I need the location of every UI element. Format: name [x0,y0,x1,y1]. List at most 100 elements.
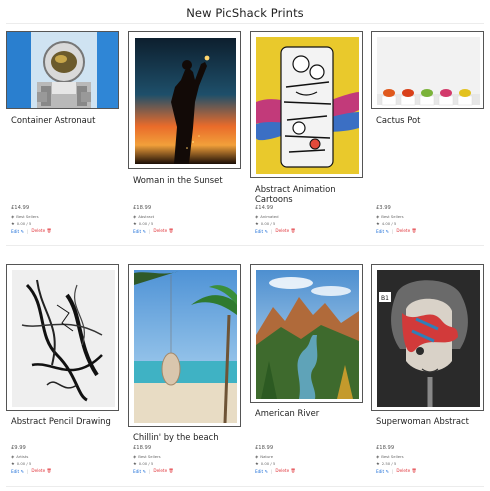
pencil-icon: ✎ [264,228,268,234]
product-title[interactable]: Chillin' by the beach [133,432,241,442]
trash-icon: 🗑 [290,228,296,233]
product-actions: Edit ✎ | Delete 🗑 [255,468,296,474]
product-card: Container Astronaut £14.99 ◈ Best Sellers… [6,30,119,240]
star-icon: ★ [11,221,15,226]
delete-button[interactable]: Delete 🗑 [275,228,295,234]
product-price: £3.99 [376,205,391,211]
product-title[interactable]: Woman in the Sunset [133,175,241,185]
product-card: American River £18.99 ◈ Nature ★ 0.00 / 5 … [250,263,363,485]
product-price: £9.99 [11,445,26,451]
tag-icon: ◈ [376,454,380,459]
action-separator: | [270,228,273,234]
product-image-cartoons[interactable] [250,31,363,178]
product-card: Abstract Animation Cartoons £14.99 ◈ Anim… [250,30,363,240]
trash-icon: 🗑 [46,468,52,473]
product-image-pencil[interactable] [6,264,119,411]
trash-icon: 🗑 [411,228,417,233]
star-icon: ★ [255,461,259,466]
product-actions: Edit ✎ | Delete 🗑 [133,228,174,234]
product-title[interactable]: American River [255,408,363,418]
pencil-icon: ✎ [142,228,146,234]
action-separator: | [26,468,29,474]
product-category: ◈ Best Sellers [376,214,404,219]
product-category: ◈ Artists [11,454,29,459]
delete-button[interactable]: Delete 🗑 [31,468,51,474]
tag-icon: ◈ [133,214,137,219]
action-separator: | [391,468,394,474]
pencil-icon: ✎ [385,228,389,234]
product-title[interactable]: Abstract Pencil Drawing [11,416,119,426]
product-title[interactable]: Container Astronaut [11,115,119,125]
product-card: Woman in the Sunset £18.99 ◈ Abstract ★ 0.… [128,30,241,240]
delete-button[interactable]: Delete 🗑 [31,228,51,234]
star-icon: ★ [11,461,15,466]
edit-button[interactable]: Edit ✎ [376,229,389,234]
product-image-cactus[interactable] [371,31,484,109]
edit-button[interactable]: Edit ✎ [133,229,146,234]
product-price: £18.99 [133,445,152,451]
product-category: ◈ Animated [255,214,279,219]
trash-icon: 🗑 [168,228,174,233]
action-separator: | [391,228,394,234]
pencil-icon: ✎ [385,468,389,474]
row-divider [6,245,484,246]
pencil-icon: ✎ [142,468,146,474]
product-price: £14.99 [11,205,30,211]
pencil-icon: ✎ [20,468,24,474]
title-divider [6,23,484,24]
tag-icon: ◈ [255,214,259,219]
svg-text:B1: B1 [381,295,389,302]
tag-icon: ◈ [255,454,259,459]
product-rating: ★ 0.00 / 5 [255,461,276,466]
product-rating: ★ 0.00 / 5 [11,461,32,466]
trash-icon: 🗑 [46,228,52,233]
action-separator: | [148,228,151,234]
star-icon: ★ [133,221,137,226]
product-price: £18.99 [255,445,274,451]
product-card: Cactus Pot £3.99 ◈ Best Sellers ★ 4.00 / 5… [371,30,484,240]
product-card: Abstract Pencil Drawing £9.99 ◈ Artists ★… [6,263,119,485]
product-price: £14.99 [255,205,274,211]
delete-button[interactable]: Delete 🗑 [153,468,173,474]
delete-button[interactable]: Delete 🗑 [153,228,173,234]
product-rating: ★ 2.50 / 5 [376,461,397,466]
product-rating: ★ 0.00 / 5 [11,221,32,226]
trash-icon: 🗑 [290,468,296,473]
product-actions: Edit ✎ | Delete 🗑 [255,228,296,234]
product-image-superwoman[interactable]: B1 [371,264,484,411]
product-actions: Edit ✎ | Delete 🗑 [376,468,417,474]
row-divider [6,486,484,487]
edit-button[interactable]: Edit ✎ [11,469,24,474]
edit-button[interactable]: Edit ✎ [11,229,24,234]
trash-icon: 🗑 [411,468,417,473]
product-category: ◈ Best Sellers [376,454,404,459]
product-category: ◈ Nature [255,454,274,459]
product-category: ◈ Best Sellers [133,454,161,459]
tag-icon: ◈ [376,214,380,219]
product-title[interactable]: Superwoman Abstract [376,416,484,426]
edit-button[interactable]: Edit ✎ [133,469,146,474]
product-rating: ★ 0.00 / 5 [255,221,276,226]
product-title[interactable]: Abstract Animation Cartoons [255,184,363,204]
product-price: £18.99 [376,445,395,451]
product-image-sunset[interactable] [128,31,241,169]
edit-button[interactable]: Edit ✎ [255,229,268,234]
product-title[interactable]: Cactus Pot [376,115,484,125]
delete-button[interactable]: Delete 🗑 [396,468,416,474]
product-image-beach[interactable] [128,264,241,427]
edit-button[interactable]: Edit ✎ [255,469,268,474]
product-actions: Edit ✎ | Delete 🗑 [133,468,174,474]
star-icon: ★ [376,461,380,466]
tag-icon: ◈ [11,454,15,459]
delete-button[interactable]: Delete 🗑 [275,468,295,474]
pencil-icon: ✎ [264,468,268,474]
product-actions: Edit ✎ | Delete 🗑 [11,468,52,474]
action-separator: | [148,468,151,474]
product-image-river[interactable] [250,264,363,403]
star-icon: ★ [255,221,259,226]
product-category: ◈ Abstract [133,214,155,219]
delete-button[interactable]: Delete 🗑 [396,228,416,234]
edit-button[interactable]: Edit ✎ [376,469,389,474]
action-separator: | [270,468,273,474]
product-image-astronaut[interactable] [6,31,119,109]
